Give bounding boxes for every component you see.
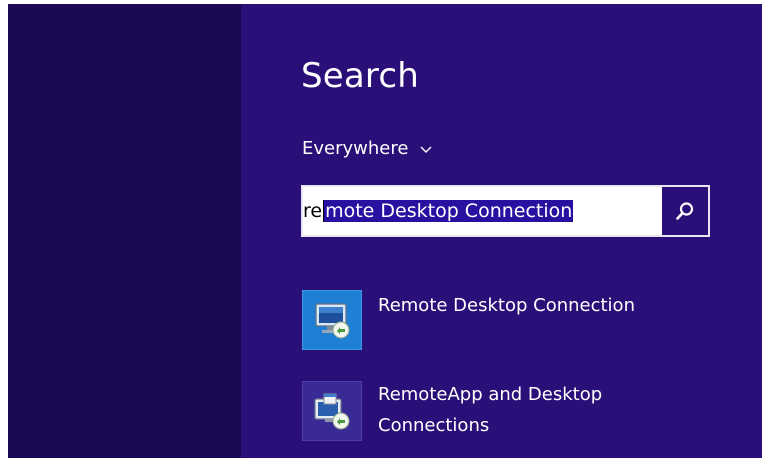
search-result-remoteapp-and-desktop-connections[interactable]: RemoteApp and Desktop Connections: [302, 381, 602, 441]
search-autocomplete-selection: mote Desktop Connection: [324, 200, 574, 222]
result-label-line: Remote Desktop Connection: [378, 295, 635, 316]
search-icon: [676, 202, 694, 220]
search-scope-label: Everywhere: [302, 138, 409, 159]
result-label-line: Connections: [378, 415, 490, 436]
remoteapp-icon: [302, 381, 362, 441]
result-label: Remote Desktop Connection: [378, 290, 635, 321]
chevron-down-icon: [420, 146, 432, 153]
search-charm-panel: Search Everywhere re mote Desktop Connect…: [241, 4, 762, 458]
search-title: Search: [301, 56, 420, 96]
screenshot-frame: Search Everywhere re mote Desktop Connect…: [0, 0, 764, 464]
search-box[interactable]: re mote Desktop Connection: [301, 185, 710, 237]
search-button[interactable]: [662, 187, 708, 235]
result-label-line: RemoteApp and Desktop: [378, 384, 603, 405]
search-scope-dropdown[interactable]: Everywhere: [302, 138, 432, 159]
result-label: RemoteApp and Desktop Connections: [378, 379, 602, 441]
search-result-remote-desktop-connection[interactable]: Remote Desktop Connection: [302, 290, 635, 350]
remote-desktop-icon: [302, 290, 362, 350]
search-input[interactable]: re mote Desktop Connection: [303, 187, 662, 235]
start-screen-backdrop: [8, 4, 241, 458]
search-typed-text: re: [303, 200, 323, 222]
